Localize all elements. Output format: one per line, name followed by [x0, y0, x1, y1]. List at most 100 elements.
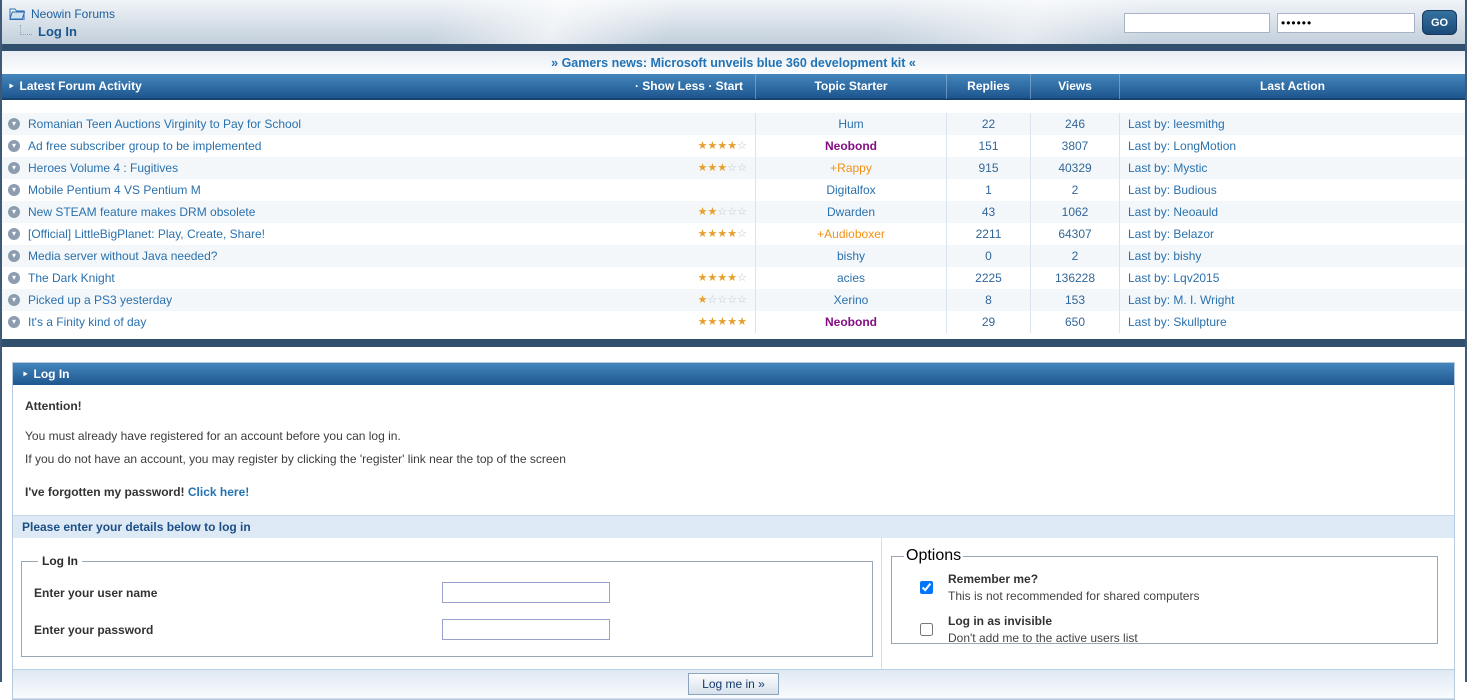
views-count: 153 [1064, 293, 1086, 307]
last-action-link[interactable]: Last by: M. I. Wright [1128, 293, 1234, 307]
topic-starter-link[interactable]: bishy [837, 249, 865, 263]
views-count: 136228 [1054, 271, 1096, 285]
last-action-link[interactable]: Last by: Belazor [1128, 227, 1214, 241]
tree-elbow-icon [20, 24, 32, 35]
replies-count: 1 [985, 183, 992, 197]
page: Neowin Forums Log In GO » Gamers news: M… [0, 0, 1467, 700]
forgot-password-text: I've forgotten my password! [25, 485, 185, 499]
last-action-link[interactable]: Last by: Mystic [1128, 161, 1207, 175]
topic-link[interactable]: Mobile Pentium 4 VS Pentium M [28, 179, 201, 201]
topic-starter-link[interactable]: +Rappy [830, 161, 872, 175]
topic-balloon-icon[interactable] [8, 162, 20, 174]
topic-starter-link[interactable]: Neobond [825, 315, 877, 329]
topic-starter-link[interactable]: Hum [838, 117, 863, 131]
username-label: Enter your user name [34, 585, 158, 600]
invisible-checkbox[interactable] [919, 623, 933, 636]
replies-count: 151 [978, 139, 999, 153]
table-row: Ad free subscriber group to be implement… [2, 135, 1465, 157]
topic-balloon-icon[interactable] [8, 294, 20, 306]
show-less-start-links[interactable]: · Show Less · Start [635, 74, 743, 99]
topic-link[interactable]: Picked up a PS3 yesterday [28, 289, 172, 311]
options-fieldset-legend: Options [906, 547, 962, 564]
topic-balloon-icon[interactable] [8, 118, 20, 130]
login-fields-column: Log In Enter your user name Enter your p… [13, 538, 882, 669]
topic-balloon-icon[interactable] [8, 140, 20, 152]
replies-count: 0 [985, 249, 992, 263]
topic-starter-link[interactable]: Xerino [834, 293, 869, 307]
password-field[interactable] [442, 619, 610, 640]
go-button[interactable]: GO [1422, 10, 1457, 35]
last-action-link[interactable]: Last by: Lqv2015 [1128, 271, 1219, 285]
breadcrumb-forum-link[interactable]: Neowin Forums [31, 7, 115, 21]
views-count: 2 [1071, 183, 1079, 197]
options-column: Options Remember me? This is not recomme… [882, 538, 1454, 669]
arrow-icon: ‣ [22, 369, 29, 381]
log-me-in-button[interactable]: Log me in » [688, 673, 779, 695]
divider-bar-bottom [2, 339, 1465, 347]
replies-count: 2225 [975, 271, 1002, 285]
username-field[interactable] [442, 582, 610, 603]
table-row: Romanian Teen Auctions Virginity to Pay … [2, 113, 1465, 135]
activity-title: ‣ Latest Forum Activity [8, 79, 142, 93]
topic-balloon-icon[interactable] [8, 206, 20, 218]
views-count: 3807 [1061, 139, 1089, 153]
remember-me-checkbox[interactable] [919, 581, 933, 594]
last-action-link[interactable]: Last by: Skullpture [1128, 315, 1227, 329]
quick-username-input[interactable] [1124, 12, 1270, 33]
replies-count: 2211 [975, 227, 1002, 241]
topic-balloon-icon[interactable] [8, 316, 20, 328]
topic-balloon-icon[interactable] [8, 250, 20, 262]
topic-rating-stars: ★★★★★ [697, 316, 747, 328]
login-panel-header: ‣ Log In [13, 363, 1454, 385]
column-header-replies: Replies [946, 74, 1030, 99]
topic-starter-link[interactable]: Neobond [825, 139, 877, 153]
replies-count: 8 [985, 293, 992, 307]
topic-link[interactable]: Romanian Teen Auctions Virginity to Pay … [28, 113, 301, 135]
table-row: It's a Finity kind of day ★★★★★ Neobond … [2, 311, 1465, 333]
password-label: Enter your password [34, 622, 154, 637]
views-count: 1062 [1061, 205, 1089, 219]
login-form-area: Log In Enter your user name Enter your p… [13, 538, 1454, 669]
topic-starter-link[interactable]: acies [837, 271, 865, 285]
last-action-link[interactable]: Last by: LongMotion [1128, 139, 1236, 153]
topic-link[interactable]: Ad free subscriber group to be implement… [28, 135, 261, 157]
topic-link[interactable]: [Official] LittleBigPlanet: Play, Create… [28, 223, 265, 245]
last-action-link[interactable]: Last by: Neoauld [1128, 205, 1218, 219]
login-panel: ‣ Log In Attention! You must already have… [12, 362, 1455, 700]
topic-balloon-icon[interactable] [8, 184, 20, 196]
forgot-password-link[interactable]: Click here! [188, 485, 249, 499]
submit-bar: Log me in » [13, 669, 1454, 699]
replies-count: 43 [981, 205, 996, 219]
topic-rating-stars: ★★★☆☆ [697, 162, 747, 174]
attention-line-1: You must already have registered for an … [25, 429, 401, 443]
topic-starter-link[interactable]: Dwarden [827, 205, 875, 219]
last-action-link[interactable]: Last by: bishy [1128, 249, 1201, 263]
topic-rating-stars: ★★★★☆ [697, 228, 747, 240]
table-row: Mobile Pentium 4 VS Pentium M Digitalfox… [2, 179, 1465, 201]
topic-balloon-icon[interactable] [8, 272, 20, 284]
topic-link[interactable]: Media server without Java needed? [28, 245, 217, 267]
views-count: 40329 [1058, 161, 1092, 175]
views-count: 64307 [1058, 227, 1092, 241]
topic-rating-stars: ★★★★☆ [697, 272, 747, 284]
column-header-views: Views [1030, 74, 1119, 99]
topic-starter-link[interactable]: Digitalfox [826, 183, 875, 197]
options-fieldset: Options Remember me? This is not recomme… [891, 547, 1438, 645]
arrow-icon: ‣ [8, 81, 15, 93]
topic-link[interactable]: The Dark Knight [28, 267, 115, 289]
topic-link[interactable]: It's a Finity kind of day [28, 311, 146, 333]
table-row: Media server without Java needed? bishy … [2, 245, 1465, 267]
last-action-link[interactable]: Last by: leesmithg [1128, 117, 1225, 131]
topic-rating-stars: ★★☆☆☆ [697, 206, 747, 218]
topic-balloon-icon[interactable] [8, 228, 20, 240]
topic-starter-link[interactable]: +Audioboxer [817, 227, 885, 241]
topic-link[interactable]: Heroes Volume 4 : Fugitives [28, 157, 178, 179]
column-header-last-action: Last Action [1119, 74, 1465, 99]
news-link[interactable]: » Gamers news: Microsoft unveils blue 36… [551, 56, 916, 70]
quick-password-input[interactable] [1277, 12, 1415, 33]
login-fieldset: Log In Enter your user name Enter your p… [21, 554, 873, 657]
last-action-link[interactable]: Last by: Budious [1128, 183, 1217, 197]
views-count: 2 [1071, 249, 1079, 263]
replies-count: 29 [981, 315, 996, 329]
topic-link[interactable]: New STEAM feature makes DRM obsolete [28, 201, 255, 223]
